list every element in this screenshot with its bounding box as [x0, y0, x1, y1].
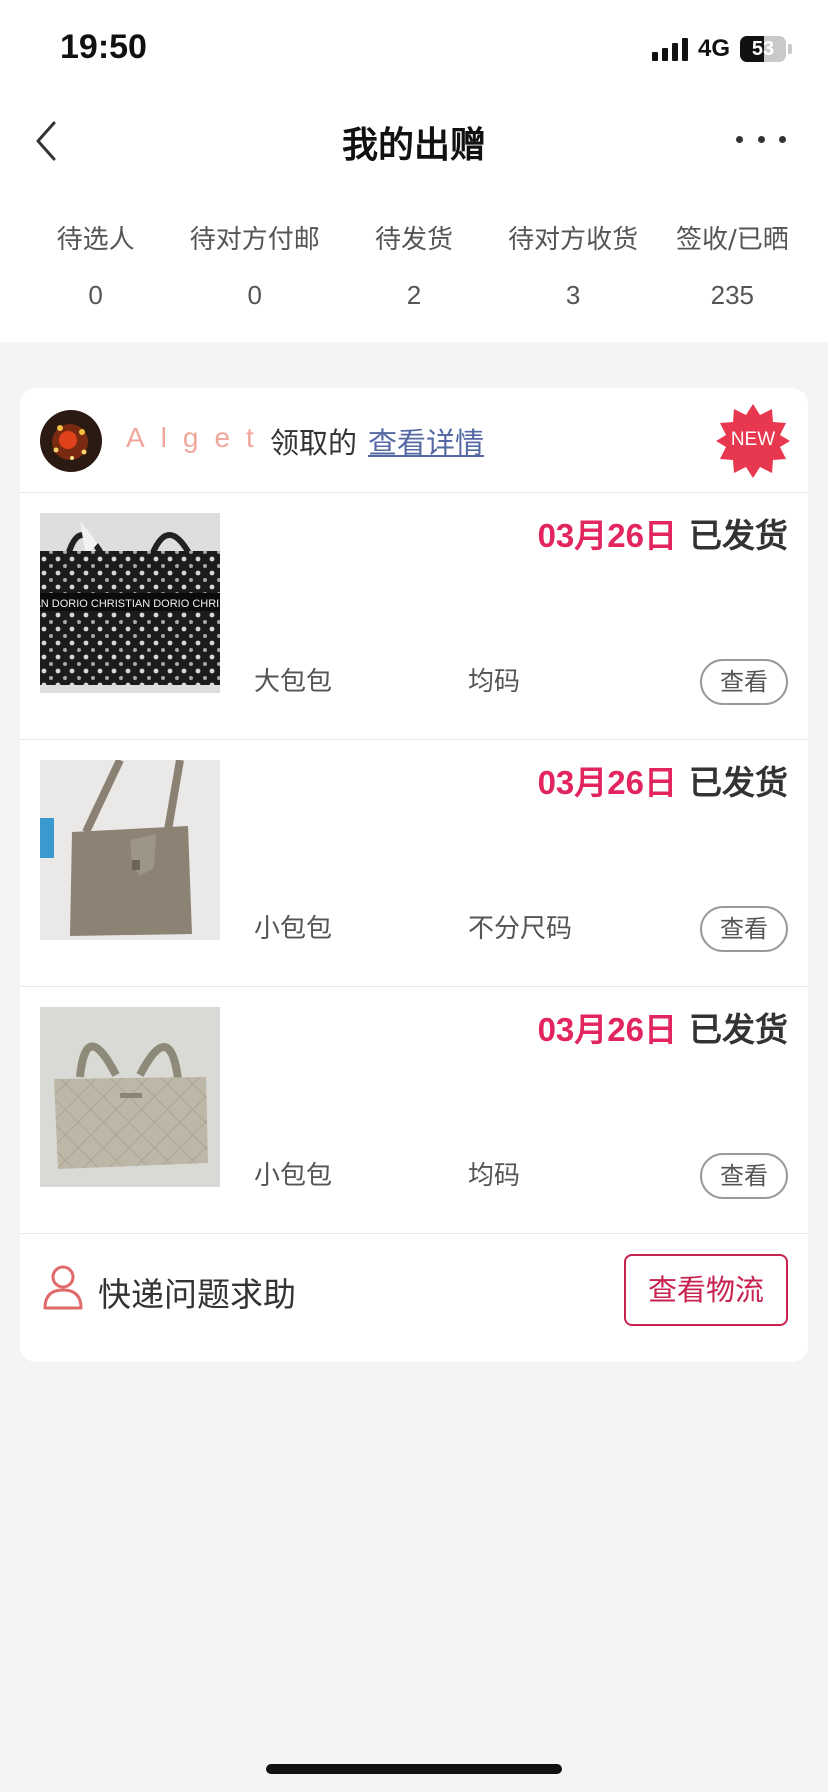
item-size: 均码 [468, 1161, 521, 1191]
tab-count: 3 [565, 280, 581, 310]
ship-date: 03月26日 [537, 764, 677, 801]
tab-awaiting-shipment[interactable]: 待发货 2 [334, 220, 493, 342]
order-footer: 快递问题求助 查看物流 [20, 1234, 808, 1362]
view-logistics-button[interactable]: 查看物流 [624, 1254, 788, 1326]
tab-label: 待对方付邮 [189, 225, 320, 255]
more-dots-icon [736, 135, 743, 143]
avatar[interactable] [40, 410, 102, 472]
status-tabs: 待选人 0 待对方付邮 0 待发货 2 待对方收货 3 签收/已晒 235 [16, 220, 812, 342]
ship-state: 已发货 [689, 516, 788, 555]
item-name: 小包包 [254, 1161, 333, 1191]
order-card: Alget 领取的 查看详情 NEW AN DORIO CHRISTIAN DO… [20, 388, 808, 1362]
order-header: Alget 领取的 查看详情 NEW [20, 388, 808, 493]
network-type: 4G [697, 35, 730, 62]
list-item[interactable]: AN DORIO CHRISTIAN DORIO CHRIS 03月26日 已发货… [20, 493, 808, 740]
user-help-icon[interactable] [42, 1264, 84, 1310]
top-bar: 19:50 4G 53 我的出赠 待选人 0 待对方付邮 0 待发货 2 待对方… [0, 0, 828, 342]
item-name: 小包包 [254, 914, 333, 944]
signal-icon [651, 37, 688, 61]
tab-label: 签收/已晒 [675, 225, 789, 255]
ship-date: 03月26日 [537, 1011, 677, 1048]
item-photo [40, 760, 220, 940]
tab-label: 待对方收货 [508, 225, 639, 255]
item-name: 大包包 [254, 667, 333, 697]
shipping-status: 03月26日 已发货 [538, 756, 788, 804]
tab-label: 待发货 [374, 225, 453, 255]
status-time: 19:50 [60, 28, 147, 66]
tab-count: 0 [247, 280, 263, 310]
home-indicator[interactable] [266, 1764, 562, 1774]
view-item-button[interactable]: 查看 [700, 659, 788, 705]
view-item-button[interactable]: 查看 [700, 906, 788, 952]
tab-label: 待选人 [56, 225, 135, 255]
tab-awaiting-selection[interactable]: 待选人 0 [16, 220, 175, 342]
tab-count: 2 [406, 280, 422, 310]
page-title: 我的出赠 [341, 125, 486, 166]
ship-date: 03月26日 [537, 517, 677, 554]
tab-awaiting-receipt[interactable]: 待对方收货 3 [494, 220, 653, 342]
more-button[interactable] [736, 124, 786, 154]
ship-state: 已发货 [689, 1010, 788, 1049]
new-badge: NEW [716, 404, 790, 478]
status-indicators: 4G 53 [651, 34, 792, 64]
item-photo [40, 1007, 220, 1187]
tab-awaiting-postage[interactable]: 待对方付邮 0 [175, 220, 334, 342]
item-photo: AN DORIO CHRISTIAN DORIO CHRIS [40, 513, 220, 693]
battery-level: 53 [751, 38, 775, 60]
tab-count: 235 [710, 280, 755, 310]
list-item[interactable]: 03月26日 已发货 小包包 均码 查看 [20, 987, 808, 1234]
view-details-link[interactable]: 查看详情 [368, 420, 484, 462]
list-item[interactable]: 03月26日 已发货 小包包 不分尺码 查看 [20, 740, 808, 987]
tab-count: 0 [88, 280, 103, 310]
shipping-status: 03月26日 已发货 [538, 509, 788, 557]
ship-state: 已发货 [689, 763, 788, 802]
tab-received[interactable]: 签收/已晒 235 [653, 220, 812, 342]
shipping-status: 03月26日 已发货 [538, 1003, 788, 1051]
delivery-help-link[interactable]: 快递问题求助 [98, 1268, 296, 1316]
claimed-label: 领取的 [270, 426, 358, 460]
recipient-name[interactable]: Alget [126, 422, 270, 454]
item-size: 均码 [468, 667, 521, 697]
battery-icon: 53 [740, 36, 786, 62]
svg-text:AN DORIO CHRISTIAN DORIO CHRIS: AN DORIO CHRISTIAN DORIO CHRIS [40, 598, 220, 610]
item-size: 不分尺码 [468, 914, 573, 944]
view-item-button[interactable]: 查看 [700, 1153, 788, 1199]
